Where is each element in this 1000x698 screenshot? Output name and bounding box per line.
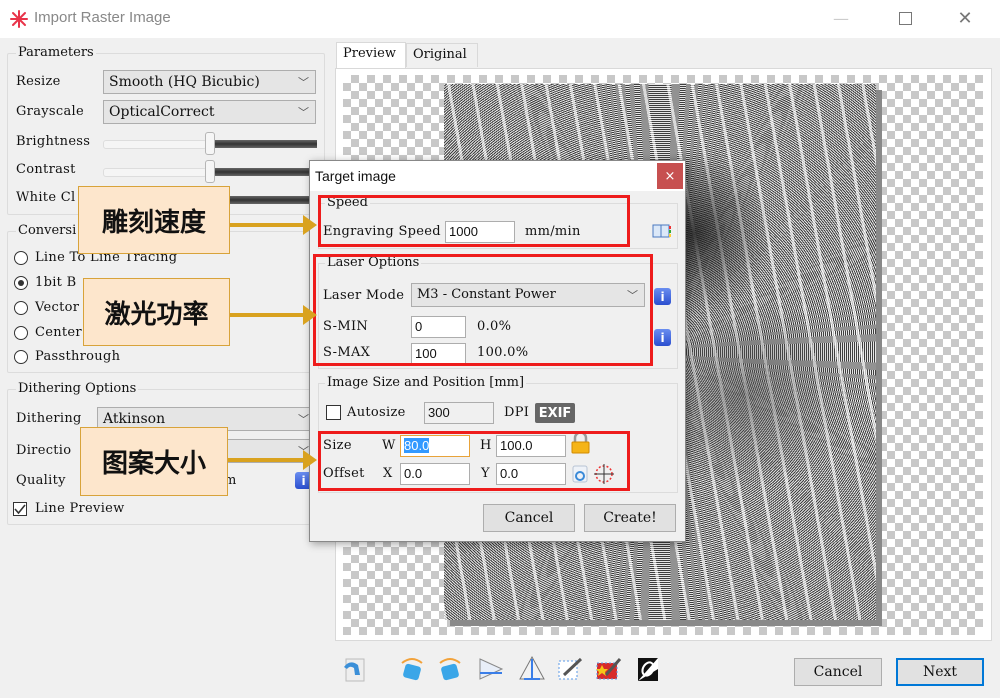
brightness-slider[interactable] [103, 132, 317, 155]
speed-callout-text: 雕刻速度 [101, 207, 206, 238]
dialog-title-bar: Target image × [310, 161, 685, 191]
grayscale-select[interactable]: OpticalCorrect ﹀ [103, 100, 316, 124]
tab-preview[interactable]: Preview [336, 42, 406, 68]
power-callout: 激光功率 [83, 278, 230, 346]
laser-highlight [313, 254, 653, 366]
chevron-down-icon: ﹀ [298, 76, 309, 89]
radio-label: 1bit B [35, 275, 77, 290]
tab-label: Original [413, 47, 467, 62]
radio-line-to-line[interactable] [14, 251, 28, 265]
dpi-label: DPI [504, 405, 530, 420]
radio-passthrough[interactable] [14, 350, 28, 364]
dithering-legend: Dithering Options [16, 381, 139, 396]
maximize-button[interactable] [882, 0, 928, 36]
title-bar: Import Raster Image — ✕ [0, 0, 1000, 38]
exif-button[interactable]: EXIF [535, 403, 575, 423]
rotate-right-icon[interactable] [398, 655, 426, 683]
chevron-down-icon: ﹀ [298, 106, 309, 119]
quality-label: Quality [16, 473, 66, 488]
auto-trim-icon[interactable] [594, 655, 622, 683]
chevron-down-icon: ﹀ [298, 413, 309, 426]
target-image-dialog: Target image × Speed Engraving Speed 100… [309, 160, 686, 542]
window-title: Import Raster Image [34, 9, 171, 26]
parameters-legend: Parameters [16, 45, 96, 60]
dialog-close-button[interactable]: × [657, 163, 683, 189]
slider-fill [215, 196, 317, 204]
autosize-label: Autosize [347, 405, 406, 420]
size-arrow [228, 450, 317, 470]
size-callout-text: 图案大小 [101, 449, 206, 479]
resize-value: Smooth (HQ Bicubic) [109, 74, 260, 90]
size-callout: 图案大小 [80, 427, 228, 496]
next-button[interactable]: Next [896, 658, 984, 686]
speed-callout: 雕刻速度 [78, 186, 230, 254]
dithering-label: Dithering [16, 411, 82, 426]
create-button-label: Create! [603, 510, 657, 526]
radio-label: Center [35, 325, 82, 340]
dialog-cancel-button[interactable]: Cancel [483, 504, 575, 532]
slider-track [103, 140, 207, 149]
reset-icon[interactable] [340, 655, 368, 683]
flip-horizontal-icon[interactable] [476, 655, 504, 683]
slider-thumb[interactable] [205, 132, 215, 155]
cancel-button-label: Cancel [813, 664, 863, 680]
close-button[interactable]: ✕ [942, 0, 988, 36]
speed-arrow [230, 215, 317, 235]
rotate-left-icon[interactable] [436, 655, 464, 683]
image-size-legend: Image Size and Position [mm] [325, 375, 527, 390]
contrast-slider[interactable] [103, 160, 317, 183]
close-icon: ✕ [957, 7, 973, 29]
resize-select[interactable]: Smooth (HQ Bicubic) ﹀ [103, 70, 316, 94]
maximize-icon [898, 11, 912, 25]
radio-label: Passthrough [35, 349, 121, 364]
laser-mode-info-icon[interactable]: i [654, 288, 671, 305]
tab-original[interactable]: Original [406, 43, 478, 67]
power-arrow [230, 305, 317, 325]
minimize-icon: — [833, 8, 849, 28]
autosize-checkbox[interactable] [326, 405, 341, 420]
line-preview-label: Line Preview [35, 501, 125, 516]
slider-fill [215, 140, 317, 148]
app-logo-icon [10, 10, 28, 28]
dialog-title: Target image [315, 168, 396, 184]
minimize-button[interactable]: — [818, 0, 864, 36]
radio-1bit[interactable] [14, 276, 28, 290]
radio-vector[interactable] [14, 301, 28, 315]
close-icon: × [664, 168, 676, 184]
line-preview-checkbox[interactable] [13, 502, 27, 516]
radio-label: Vector [35, 300, 80, 315]
flip-vertical-icon[interactable] [518, 655, 546, 683]
speed-highlight [318, 195, 630, 247]
conversion-legend: Conversi [16, 223, 79, 238]
resize-label: Resize [16, 74, 61, 89]
dithering-value: Atkinson [103, 411, 166, 427]
dpi-value: 300 [428, 405, 450, 420]
tab-label: Preview [343, 46, 396, 61]
direction-label: Directio [16, 443, 72, 458]
crop-icon[interactable] [556, 655, 584, 683]
white-clip-label: White Cl [16, 190, 76, 205]
grayscale-value: OpticalCorrect [109, 104, 215, 120]
next-button-label: Next [922, 664, 958, 680]
cancel-button[interactable]: Cancel [794, 658, 882, 686]
grayscale-label: Grayscale [16, 104, 84, 119]
dialog-cancel-label: Cancel [504, 510, 554, 526]
power-info-icon[interactable]: i [654, 329, 671, 346]
size-highlight [318, 431, 630, 491]
brightness-label: Brightness [16, 134, 91, 149]
contrast-label: Contrast [16, 162, 76, 177]
dpi-input[interactable]: 300 [424, 402, 494, 424]
create-button[interactable]: Create! [584, 504, 676, 532]
slider-fill [215, 168, 317, 176]
exif-label: EXIF [538, 405, 572, 421]
slider-thumb[interactable] [205, 160, 215, 183]
slider-track [103, 168, 207, 177]
checkmark-icon [14, 504, 26, 515]
radio-centerline[interactable] [14, 326, 28, 340]
power-callout-text: 激光功率 [104, 299, 209, 330]
invert-icon[interactable] [634, 655, 662, 683]
material-library-icon[interactable] [652, 223, 672, 239]
